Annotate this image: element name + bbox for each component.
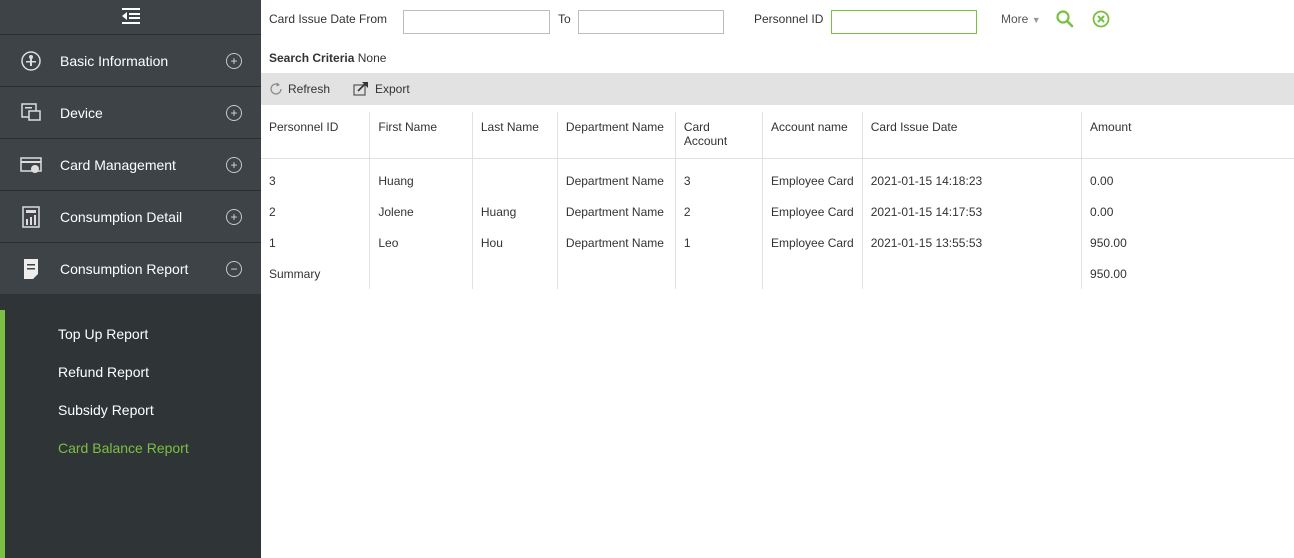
dropdown-arrow-icon: ▼ <box>1031 15 1041 25</box>
date-from-input[interactable] <box>403 10 550 34</box>
column-header[interactable]: Last Name <box>472 112 558 159</box>
table-cell: 0.00 <box>1090 173 1114 188</box>
table-cell: 950.00 <box>1090 266 1127 281</box>
menu-card-management[interactable]: Card Management + <box>0 138 261 190</box>
clear-icon[interactable] <box>1091 9 1111 32</box>
report-icon <box>20 258 42 280</box>
table-row[interactable]: 1 Leo Hou Department Name 1 Employee Car… <box>261 227 1294 258</box>
column-header[interactable]: Department Name <box>557 112 676 159</box>
table-cell: Huang <box>369 158 473 196</box>
column-header[interactable]: First Name <box>369 112 473 159</box>
search-criteria-value: None <box>357 51 387 65</box>
submenu-top-up-report[interactable]: Top Up Report <box>5 315 261 353</box>
table-cell: Leo <box>369 227 473 258</box>
table-row[interactable]: 2 Jolene Huang Department Name 2 Employe… <box>261 196 1294 227</box>
expand-icon[interactable]: + <box>226 104 242 121</box>
basic-info-icon <box>20 50 42 72</box>
column-header[interactable]: Amount <box>1081 112 1294 159</box>
column-header[interactable]: Account name <box>762 112 863 159</box>
more-button[interactable]: More ▼ <box>1001 12 1041 26</box>
table-header-row: Personnel ID First Name Last Name Depart… <box>261 112 1294 159</box>
table-cell <box>472 258 558 289</box>
submenu-card-balance-report[interactable]: Card Balance Report <box>5 429 261 467</box>
expand-icon[interactable]: + <box>226 208 242 225</box>
table-cell: Employee Card <box>762 227 863 258</box>
table-cell: 1 <box>675 227 764 258</box>
search-icon[interactable] <box>1055 9 1075 32</box>
table-cell: Huang <box>472 196 558 227</box>
menu-label: Basic Information <box>60 52 169 69</box>
export-label: Export <box>375 82 410 96</box>
more-label: More <box>1001 12 1029 26</box>
table-cell <box>675 258 764 289</box>
sidebar: Basic Information + Device + Card Manage… <box>0 0 261 558</box>
table-cell: 2 <box>261 196 371 227</box>
refresh-icon <box>269 82 283 96</box>
table-cell: Employee Card <box>762 158 863 196</box>
collapse-icon[interactable]: − <box>226 260 242 277</box>
table-cell: 3 <box>261 158 371 196</box>
table-cell: Employee Card <box>762 196 863 227</box>
table-cell <box>862 258 1083 289</box>
export-button[interactable]: Export <box>353 82 410 96</box>
filter-bar: Card Issue Date From To Personnel ID Mor… <box>261 0 1294 38</box>
consumption-detail-icon <box>20 205 42 228</box>
device-icon <box>20 102 42 124</box>
date-to-input[interactable] <box>578 10 724 34</box>
to-label: To <box>558 12 571 26</box>
collapse-menu-icon[interactable] <box>121 7 140 27</box>
menu-basic-information[interactable]: Basic Information + <box>0 34 261 86</box>
submenu-consumption-report: Top Up Report Refund Report Subsidy Repo… <box>0 310 261 558</box>
table-cell: Department Name <box>557 196 676 227</box>
table-cell: 950.00 <box>1090 235 1127 250</box>
table-cell <box>369 258 473 289</box>
expand-icon[interactable]: + <box>226 156 242 173</box>
sidebar-header <box>0 0 261 34</box>
search-criteria: Search Criteria None <box>269 51 386 65</box>
table-cell: 1 <box>261 227 371 258</box>
table-cell <box>557 258 676 289</box>
table-cell: Department Name <box>557 158 676 196</box>
table-cell <box>472 158 558 196</box>
main-content: Card Issue Date From To Personnel ID Mor… <box>261 0 1294 558</box>
refresh-label: Refresh <box>288 82 331 96</box>
menu-device[interactable]: Device + <box>0 86 261 138</box>
table-cell: 2021-01-15 14:18:23 <box>862 158 1083 196</box>
table-cell: Department Name <box>557 227 676 258</box>
report-table: Personnel ID First Name Last Name Depart… <box>261 112 1294 289</box>
table-cell: 0.00 <box>1090 204 1114 219</box>
submenu-refund-report[interactable]: Refund Report <box>5 353 261 391</box>
expand-icon[interactable]: + <box>226 52 242 69</box>
date-from-label: Card Issue Date From <box>269 12 388 26</box>
search-criteria-label: Search Criteria <box>269 51 355 65</box>
table-cell: Hou <box>472 227 558 258</box>
toolbar: Refresh Export <box>261 73 1294 105</box>
card-icon <box>20 154 42 176</box>
menu-label: Consumption Report <box>60 260 189 277</box>
table-cell <box>762 258 863 289</box>
personnel-id-label: Personnel ID <box>754 12 824 26</box>
table-cell: 2 <box>675 196 764 227</box>
table-cell: Jolene <box>369 196 473 227</box>
table-cell: 2021-01-15 14:17:53 <box>862 196 1083 227</box>
column-header[interactable]: Card Issue Date <box>862 112 1083 159</box>
menu-label: Consumption Detail <box>60 208 183 225</box>
column-header[interactable]: Personnel ID <box>261 112 371 159</box>
menu-consumption-report[interactable]: Consumption Report − <box>0 242 261 294</box>
menu-consumption-detail[interactable]: Consumption Detail + <box>0 190 261 242</box>
column-header[interactable]: Card Account <box>675 112 764 159</box>
menu-label: Device <box>60 104 103 121</box>
export-icon <box>353 82 369 96</box>
refresh-button[interactable]: Refresh <box>269 82 330 96</box>
personnel-id-input[interactable] <box>831 10 977 34</box>
table-cell: Summary <box>261 258 371 289</box>
menu-label: Card Management <box>60 156 176 173</box>
table-row[interactable]: 3 Huang Department Name 3 Employee Card … <box>261 158 1294 196</box>
table-cell: 3 <box>675 158 764 196</box>
submenu-subsidy-report[interactable]: Subsidy Report <box>5 391 261 429</box>
summary-row: Summary 950.00 <box>261 258 1294 289</box>
table-cell: 2021-01-15 13:55:53 <box>862 227 1083 258</box>
